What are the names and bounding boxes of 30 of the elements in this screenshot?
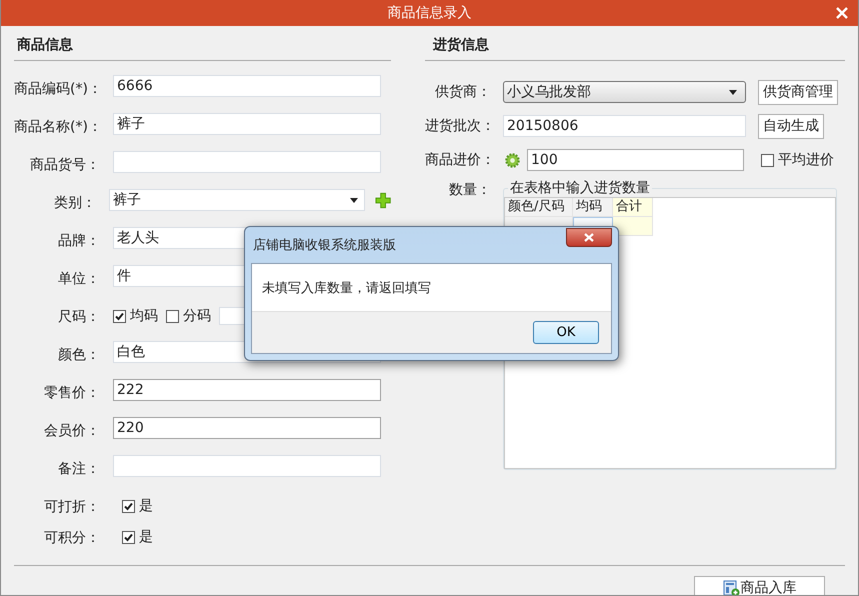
dialog-title: 店铺电脑收银系统服装版 <box>253 237 396 254</box>
field-label: 尺码： <box>57 308 100 326</box>
field-label: 商品货号： <box>29 156 100 174</box>
field-label: 可打折： <box>43 498 100 516</box>
column-header: 颜色/尺码 <box>505 198 573 217</box>
checkbox-label: 平均进价 <box>778 151 834 169</box>
checkbox-label: 分码 <box>183 307 211 325</box>
checkbox-label: 均码 <box>130 307 158 325</box>
field-label: 供货商： <box>434 83 491 101</box>
field-label: 会员价： <box>43 422 100 440</box>
checkbox-label: 是 <box>139 528 153 546</box>
field-label: 零售价： <box>43 384 100 402</box>
column-header: 均码 <box>573 198 613 217</box>
field-label: 备注： <box>57 460 100 478</box>
section-heading: 进货信息 <box>432 36 490 55</box>
field-label: 品牌： <box>57 232 100 250</box>
field-label: 进货批次： <box>425 117 491 135</box>
field-label: 颜色： <box>57 346 100 364</box>
column-header: 合计 <box>613 198 653 217</box>
field-label: 可积分： <box>43 529 100 547</box>
field-label: 商品名称(*)： <box>14 118 100 136</box>
group-legend: 在表格中输入进货数量 <box>508 180 652 196</box>
checkbox-label: 是 <box>139 497 153 515</box>
field-label: 类别： <box>52 194 96 212</box>
field-label: 商品编码(*)： <box>14 80 100 98</box>
field-label: 商品进价： <box>425 151 491 169</box>
window-title: 商品信息录入 <box>388 4 472 22</box>
field-label: 单位： <box>57 270 100 288</box>
section-heading: 商品信息 <box>16 36 74 55</box>
field-label: 数量： <box>448 181 491 199</box>
